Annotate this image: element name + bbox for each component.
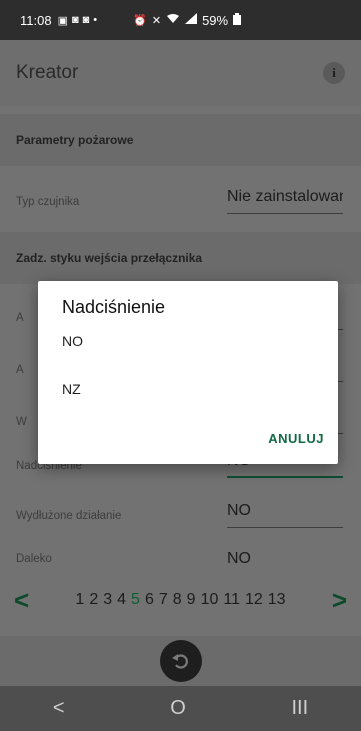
page-6[interactable]: 6 [145,591,154,609]
row-remote[interactable]: Daleko NO [0,538,361,580]
app-title: Kreator [16,62,79,83]
battery-percent: 59% [202,12,229,28]
wifi-icon [166,13,180,27]
page-4[interactable]: 4 [117,591,126,609]
pager: < 1 2 3 4 5 6 7 8 9 10 11 12 13 > [0,580,361,620]
system-nav-bar: < O III [0,686,361,731]
back-nav-button[interactable]: < [53,697,65,720]
row-label: Daleko [16,553,52,565]
overpressure-dialog: Nadciśnienie NO NZ ANULUJ [38,281,338,464]
row-extended-action[interactable]: Wydłużone działanie NO [0,490,361,542]
page-8[interactable]: 8 [173,591,182,609]
notification-icons: ▣ ◙ ◙ • [58,14,98,27]
page-12[interactable]: 12 [245,591,263,609]
battery-icon [233,12,242,28]
dialog-title: Nadciśnienie [62,297,166,317]
home-nav-button[interactable]: O [170,697,186,720]
bottom-toolbar [0,636,361,686]
page-3[interactable]: 3 [103,591,112,609]
page-1[interactable]: 1 [75,591,84,609]
more-notifications-dot-icon: • [93,13,98,26]
next-page-button[interactable]: > [332,585,347,616]
sensor-type-field[interactable]: Nie zainstalowany [227,188,343,214]
page-2[interactable]: 2 [89,591,98,609]
signal-icon [185,13,198,27]
status-time: 11:08 [20,12,52,28]
page-numbers: 1 2 3 4 5 6 7 8 9 10 11 12 13 [29,591,332,609]
remote-field[interactable]: NO [227,550,343,576]
section-header-fire-params: Parametry pożarowe [0,114,361,166]
recents-nav-button[interactable]: III [291,697,308,720]
row-label: Wydłużone działanie [16,510,122,522]
undo-icon [171,654,188,669]
alarm-icon: ⏰ [133,14,147,27]
extended-action-field[interactable]: NO [227,502,343,528]
page-11[interactable]: 11 [223,591,240,609]
app-notification-icon: ◙ [71,13,79,26]
app-bar: Kreator i [0,40,361,106]
row-sensor-type[interactable]: Typ czujnika Nie zainstalowany [0,176,361,228]
section-header-switch-contact: Zadz. styku wejścia przełącznika [0,232,361,284]
page-9[interactable]: 9 [187,591,196,609]
dialog-option-nz[interactable]: NZ [62,381,81,397]
dialog-cancel-button[interactable]: ANULUJ [264,429,328,448]
undo-button[interactable] [159,640,202,682]
app-notification-icon-2: ◙ [82,13,90,26]
mute-icon: ✕ [151,14,162,27]
page-13[interactable]: 13 [268,591,286,609]
prev-page-button[interactable]: < [14,585,29,616]
row-label: Typ czujnika [16,196,80,208]
page-5-current[interactable]: 5 [131,591,140,609]
dialog-option-no[interactable]: NO [62,333,83,349]
page-7[interactable]: 7 [159,591,168,609]
status-bar: 11:08 ▣ ◙ ◙ • ⏰ ✕ 59% [0,0,361,40]
info-icon[interactable]: i [323,62,345,84]
system-icons: ⏰ ✕ 59% [133,12,242,28]
page-10[interactable]: 10 [201,591,219,609]
calendar-notification-icon: ▣ [57,14,68,27]
